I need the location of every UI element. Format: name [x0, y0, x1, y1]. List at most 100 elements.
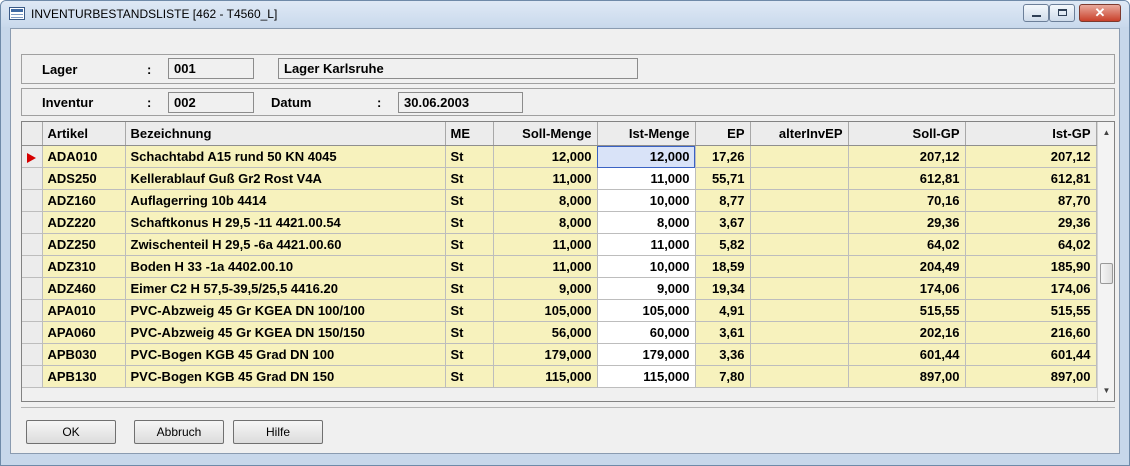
- inventory-grid[interactable]: Artikel Bezeichnung ME Soll-Menge Ist-Me…: [21, 121, 1115, 402]
- cell-ist-menge[interactable]: 10,000: [597, 255, 696, 278]
- scroll-down-icon[interactable]: ▼: [1098, 382, 1114, 399]
- row-indicator[interactable]: [22, 343, 43, 366]
- cell-ist-menge[interactable]: 10,000: [597, 189, 696, 212]
- row-indicator[interactable]: [22, 167, 43, 190]
- cell-ist-menge[interactable]: 60,000: [597, 321, 696, 344]
- row-indicator[interactable]: [22, 321, 43, 344]
- row-indicator[interactable]: [22, 145, 43, 168]
- column-header-ist-gp[interactable]: Ist-GP: [965, 122, 1097, 146]
- close-icon: ✕: [1094, 5, 1106, 20]
- cell-alter-inv-ep: [750, 365, 849, 388]
- cell-soll-gp: 897,00: [848, 365, 966, 388]
- inventory-table: Artikel Bezeichnung ME Soll-Menge Ist-Me…: [22, 122, 1097, 388]
- cell-alter-inv-ep: [750, 277, 849, 300]
- scroll-thumb[interactable]: [1100, 263, 1113, 284]
- row-indicator[interactable]: [22, 189, 43, 212]
- cell-ist-menge[interactable]: 105,000: [597, 299, 696, 322]
- cell-artikel: APB130: [42, 365, 126, 388]
- cell-soll-menge: 56,000: [493, 321, 598, 344]
- cell-soll-gp: 204,49: [848, 255, 966, 278]
- close-button[interactable]: ✕: [1079, 4, 1121, 22]
- table-row[interactable]: APB130 PVC-Bogen KGB 45 Grad DN 150 St 115,…: [22, 365, 1097, 388]
- vertical-scrollbar[interactable]: ▲ ▼: [1097, 122, 1114, 401]
- row-indicator[interactable]: [22, 277, 43, 300]
- cell-soll-gp: 612,81: [848, 167, 966, 190]
- table-row[interactable]: ADZ310 Boden H 33 -1a 4402.00.10 St 11,000 1…: [22, 255, 1097, 278]
- column-header-ep[interactable]: EP: [695, 122, 751, 146]
- row-indicator[interactable]: [22, 233, 43, 256]
- cell-soll-gp: 202,16: [848, 321, 966, 344]
- cell-bezeichnung: PVC-Bogen KGB 45 Grad DN 100: [125, 343, 446, 366]
- cell-ep: 18,59: [695, 255, 751, 278]
- row-indicator[interactable]: [22, 255, 43, 278]
- row-indicator[interactable]: [22, 211, 43, 234]
- cell-artikel: APB030: [42, 343, 126, 366]
- cell-soll-gp: 601,44: [848, 343, 966, 366]
- cell-soll-menge: 115,000: [493, 365, 598, 388]
- cell-ist-menge[interactable]: 179,000: [597, 343, 696, 366]
- ok-button[interactable]: OK: [26, 420, 116, 444]
- cell-me: St: [445, 189, 494, 212]
- minimize-button[interactable]: [1023, 4, 1049, 22]
- cell-alter-inv-ep: [750, 255, 849, 278]
- cell-ist-menge[interactable]: 11,000: [597, 233, 696, 256]
- cell-ist-gp: 87,70: [965, 189, 1097, 212]
- cell-soll-menge: 105,000: [493, 299, 598, 322]
- table-row[interactable]: APB030 PVC-Bogen KGB 45 Grad DN 100 St 179,…: [22, 343, 1097, 366]
- cell-bezeichnung: Kellerablauf Guß Gr2 Rost V4A: [125, 167, 446, 190]
- cell-bezeichnung: Eimer C2 H 57,5-39,5/25,5 4416.20: [125, 277, 446, 300]
- cell-artikel: ADZ160: [42, 189, 126, 212]
- table-row[interactable]: APA060 PVC-Abzweig 45 Gr KGEA DN 150/150 S…: [22, 321, 1097, 344]
- cell-alter-inv-ep: [750, 189, 849, 212]
- column-header-alter-inv-ep[interactable]: alterInvEP: [750, 122, 849, 146]
- title-bar[interactable]: INVENTURBESTANDSLISTE [462 - T4560_L] ✕: [1, 1, 1129, 27]
- cell-ist-gp: 515,55: [965, 299, 1097, 322]
- table-row[interactable]: ADZ460 Eimer C2 H 57,5-39,5/25,5 4416.20 S…: [22, 277, 1097, 300]
- cell-alter-inv-ep: [750, 299, 849, 322]
- lager-panel: Lager : 001 Lager Karlsruhe: [21, 54, 1115, 84]
- cell-soll-menge: 8,000: [493, 211, 598, 234]
- datum-field[interactable]: 30.06.2003: [398, 92, 523, 113]
- cell-ist-gp: 185,90: [965, 255, 1097, 278]
- table-row[interactable]: ADS250 Kellerablauf Guß Gr2 Rost V4A St 11,…: [22, 167, 1097, 190]
- row-indicator[interactable]: [22, 299, 43, 322]
- scroll-up-icon[interactable]: ▲: [1098, 124, 1114, 141]
- cell-ist-menge[interactable]: 12,000: [597, 145, 696, 168]
- column-header-me[interactable]: ME: [445, 122, 494, 146]
- lager-name-field: Lager Karlsruhe: [278, 58, 638, 79]
- hilfe-button[interactable]: Hilfe: [233, 420, 323, 444]
- cell-ist-menge[interactable]: 8,000: [597, 211, 696, 234]
- maximize-icon: [1058, 9, 1067, 16]
- inventur-separator: :: [147, 95, 152, 110]
- maximize-button[interactable]: [1049, 4, 1075, 22]
- cell-ist-menge[interactable]: 11,000: [597, 167, 696, 190]
- cell-ist-gp: 601,44: [965, 343, 1097, 366]
- cell-artikel: ADS250: [42, 167, 126, 190]
- column-header-artikel[interactable]: Artikel: [42, 122, 126, 146]
- lager-code-field[interactable]: 001: [168, 58, 254, 79]
- cell-ist-menge[interactable]: 115,000: [597, 365, 696, 388]
- row-indicator[interactable]: [22, 365, 43, 388]
- window-title: INVENTURBESTANDSLISTE [462 - T4560_L]: [31, 7, 278, 21]
- cell-ist-menge[interactable]: 9,000: [597, 277, 696, 300]
- header-indicator: [22, 122, 43, 146]
- abbruch-button[interactable]: Abbruch: [134, 420, 224, 444]
- table-row[interactable]: ADZ220 Schaftkonus H 29,5 -11 4421.00.54 S…: [22, 211, 1097, 234]
- lager-separator: :: [147, 62, 152, 77]
- cell-ist-gp: 29,36: [965, 211, 1097, 234]
- column-header-bezeichnung[interactable]: Bezeichnung: [125, 122, 446, 146]
- table-row[interactable]: ADZ160 Auflagerring 10b 4414 St 8,000 10,000…: [22, 189, 1097, 212]
- column-header-soll-gp[interactable]: Soll-GP: [848, 122, 966, 146]
- datum-separator: :: [377, 95, 382, 110]
- cell-artikel: ADA010: [42, 145, 126, 168]
- column-header-ist-menge[interactable]: Ist-Menge: [597, 122, 696, 146]
- inventur-code-field[interactable]: 002: [168, 92, 254, 113]
- cell-soll-menge: 8,000: [493, 189, 598, 212]
- table-row[interactable]: APA010 PVC-Abzweig 45 Gr KGEA DN 100/100 S…: [22, 299, 1097, 322]
- table-row[interactable]: ADA010 Schachtabd A15 rund 50 KN 4045 St 12…: [22, 145, 1097, 168]
- table-row[interactable]: ADZ250 Zwischenteil H 29,5 -6a 4421.00.60…: [22, 233, 1097, 256]
- column-header-soll-menge[interactable]: Soll-Menge: [493, 122, 598, 146]
- cell-bezeichnung: Boden H 33 -1a 4402.00.10: [125, 255, 446, 278]
- cell-bezeichnung: Schachtabd A15 rund 50 KN 4045: [125, 145, 446, 168]
- cell-ep: 3,36: [695, 343, 751, 366]
